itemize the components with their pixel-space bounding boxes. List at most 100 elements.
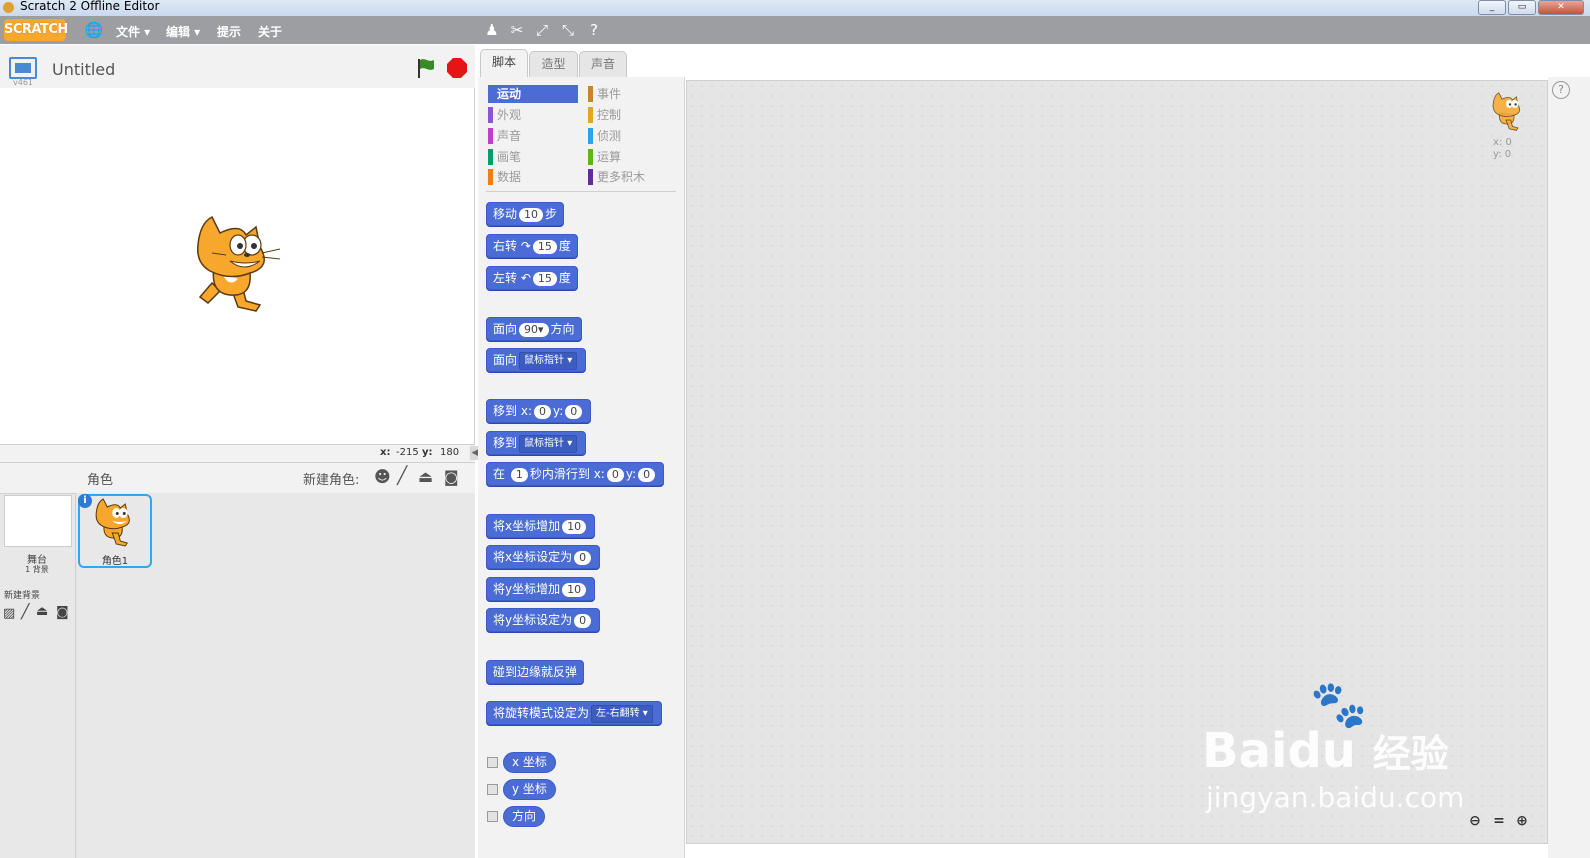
info-icon[interactable]: i [78,494,92,508]
category-more-blocks[interactable]: 更多积木 [588,168,678,186]
block-point-in-direction[interactable]: 面向 90▾ 方向 [486,317,582,341]
reporter-direction[interactable]: 方向 [503,806,546,827]
block-set-rotation-style[interactable]: 将旋转模式设定为 左-右翻转 ▾ [486,701,662,725]
block-change-y[interactable]: 将y坐标增加 10 [486,577,596,601]
upload-sprite-icon[interactable]: ⏏ [418,467,433,486]
block-text: 方向 [550,322,575,336]
block-text: 秒内滑行到 [529,467,590,481]
stop-sign-icon[interactable] [446,57,468,79]
scratch-logo[interactable]: SCRATCH [4,19,68,41]
block-set-y[interactable]: 将y坐标设定为 0 [486,608,601,632]
camera-backdrop-icon[interactable]: ◙ [56,605,69,620]
control-swatch [588,106,593,123]
degrees-input[interactable]: 15 [532,239,557,254]
camera-sprite-icon[interactable]: ◙ [444,468,459,486]
x-input[interactable]: 0 [606,467,624,482]
value-input[interactable]: 0 [574,613,592,628]
category-operators[interactable]: 运算 [588,148,678,166]
reporter-y-position[interactable]: y 坐标 [503,779,556,800]
category-sensing[interactable]: 侦测 [588,127,678,145]
paint-backdrop-icon[interactable]: ╱ [21,604,29,620]
block-go-to-xy[interactable]: 移到 x: 0 y: 0 [486,399,592,423]
help-question-icon[interactable]: ? [584,20,604,40]
value-input[interactable]: 0 [574,550,592,565]
sprites-list: i 角色1 [76,493,475,858]
menu-tips[interactable]: 提示 [217,23,241,40]
reporter-x-position[interactable]: x 坐标 [503,752,556,773]
close-button[interactable]: ✕ [1538,0,1584,15]
mouse-x-label: x: [380,447,391,458]
block-turn-left[interactable]: 左转 ↶ 15 度 [486,266,578,290]
tab-sounds[interactable]: 声音 [579,51,627,77]
block-move-steps[interactable]: 移动 10 步 [486,202,565,226]
menu-edit[interactable]: 编辑 ▾ [166,23,200,40]
duplicate-stamp-icon[interactable]: ♟ [482,20,502,40]
stage-canvas[interactable] [0,88,475,445]
watermark-bai: Bai [1202,723,1288,779]
paint-sprite-icon[interactable]: ╱ [397,466,407,486]
category-looks[interactable]: 外观 [488,106,578,124]
category-motion[interactable]: 运动 [488,85,578,103]
steps-input[interactable]: 10 [519,207,544,222]
category-control[interactable]: 控制 [588,106,678,124]
sprite-library-icon[interactable]: ☻ [374,467,391,486]
tips-help-icon[interactable]: ? [1552,81,1570,99]
target-dropdown[interactable]: 鼠标指针 ▾ [519,434,578,453]
block-bounce[interactable]: 碰到边缘就反弹 [486,660,585,684]
block-go-to[interactable]: 移到 鼠标指针 ▾ [486,431,587,455]
degrees-input[interactable]: 15 [532,271,557,286]
direction-input[interactable]: 90▾ [519,322,549,337]
block-set-x[interactable]: 将x坐标设定为 0 [486,545,601,569]
block-turn-right[interactable]: 右转 ↷ 15 度 [486,234,578,258]
y-label: y: [553,404,564,418]
cat-sprite[interactable] [190,215,285,318]
zoom-reset-icon[interactable]: = [1490,812,1508,830]
y-input[interactable]: 0 [638,467,656,482]
mouse-x-value: -215 [396,447,419,458]
seconds-input[interactable]: 1 [510,467,528,482]
script-area[interactable]: x: 0 y: 0 🐾 Baidu 经验 jingyan.baidu.com ⊖… [686,80,1548,844]
tab-costumes[interactable]: 造型 [529,51,578,77]
block-text: 碰到边缘就反弹 [493,665,578,679]
grow-icon[interactable]: ⤢ [532,20,552,40]
sprite-tile[interactable]: i 角色1 [78,494,152,568]
shrink-icon[interactable]: ⤡ [558,20,578,40]
direction-checkbox[interactable] [487,811,498,822]
rotation-style-dropdown[interactable]: 左-右翻转 ▾ [591,704,653,723]
block-text: 将y坐标设定为 [493,613,573,627]
value-input[interactable]: 10 [562,519,587,534]
y-input[interactable]: 0 [565,404,583,419]
language-globe-icon[interactable]: 🌐 [84,20,104,40]
value-input[interactable]: 10 [562,582,587,597]
category-events[interactable]: 事件 [588,85,678,103]
target-dropdown[interactable]: 鼠标指针 ▾ [519,351,578,370]
menu-file[interactable]: 文件 ▾ [116,23,150,40]
menu-about[interactable]: 关于 [258,23,282,40]
fullscreen-icon[interactable] [9,57,37,79]
upload-backdrop-icon[interactable]: ⏏ [36,604,48,619]
block-glide[interactable]: 在 1 秒内滑行到 x: 0 y: 0 [486,462,665,486]
baidu-watermark: 🐾 Baidu 经验 jingyan.baidu.com [1202,677,1492,814]
block-point-towards[interactable]: 面向 鼠标指针 ▾ [486,348,587,372]
zoom-out-icon[interactable]: ⊖ [1466,812,1484,830]
zoom-in-icon[interactable]: ⊕ [1513,812,1531,830]
delete-scissors-icon[interactable]: ✂ [507,20,527,40]
category-sound[interactable]: 声音 [488,127,578,145]
maximize-button[interactable]: ▭ [1508,0,1536,15]
rotate-clockwise-icon: ↷ [520,239,531,253]
category-data[interactable]: 数据 [488,168,578,186]
x-input[interactable]: 0 [534,404,551,419]
category-looks-label: 外观 [497,108,522,122]
backdrop-library-icon[interactable]: ▨ [3,606,15,621]
y-position-checkbox[interactable] [487,784,498,795]
category-pen[interactable]: 画笔 [488,148,578,166]
green-flag-icon[interactable] [416,57,436,79]
project-title[interactable]: Untitled [52,60,115,79]
block-text: 面向 [493,353,518,367]
x-position-checkbox[interactable] [487,757,498,768]
minimize-button[interactable]: _ [1478,0,1506,15]
more-blocks-swatch [588,168,593,185]
stage-thumbnail[interactable] [4,495,72,547]
block-change-x[interactable]: 将x坐标增加 10 [486,514,596,538]
tab-scripts[interactable]: 脚本 [480,49,528,77]
